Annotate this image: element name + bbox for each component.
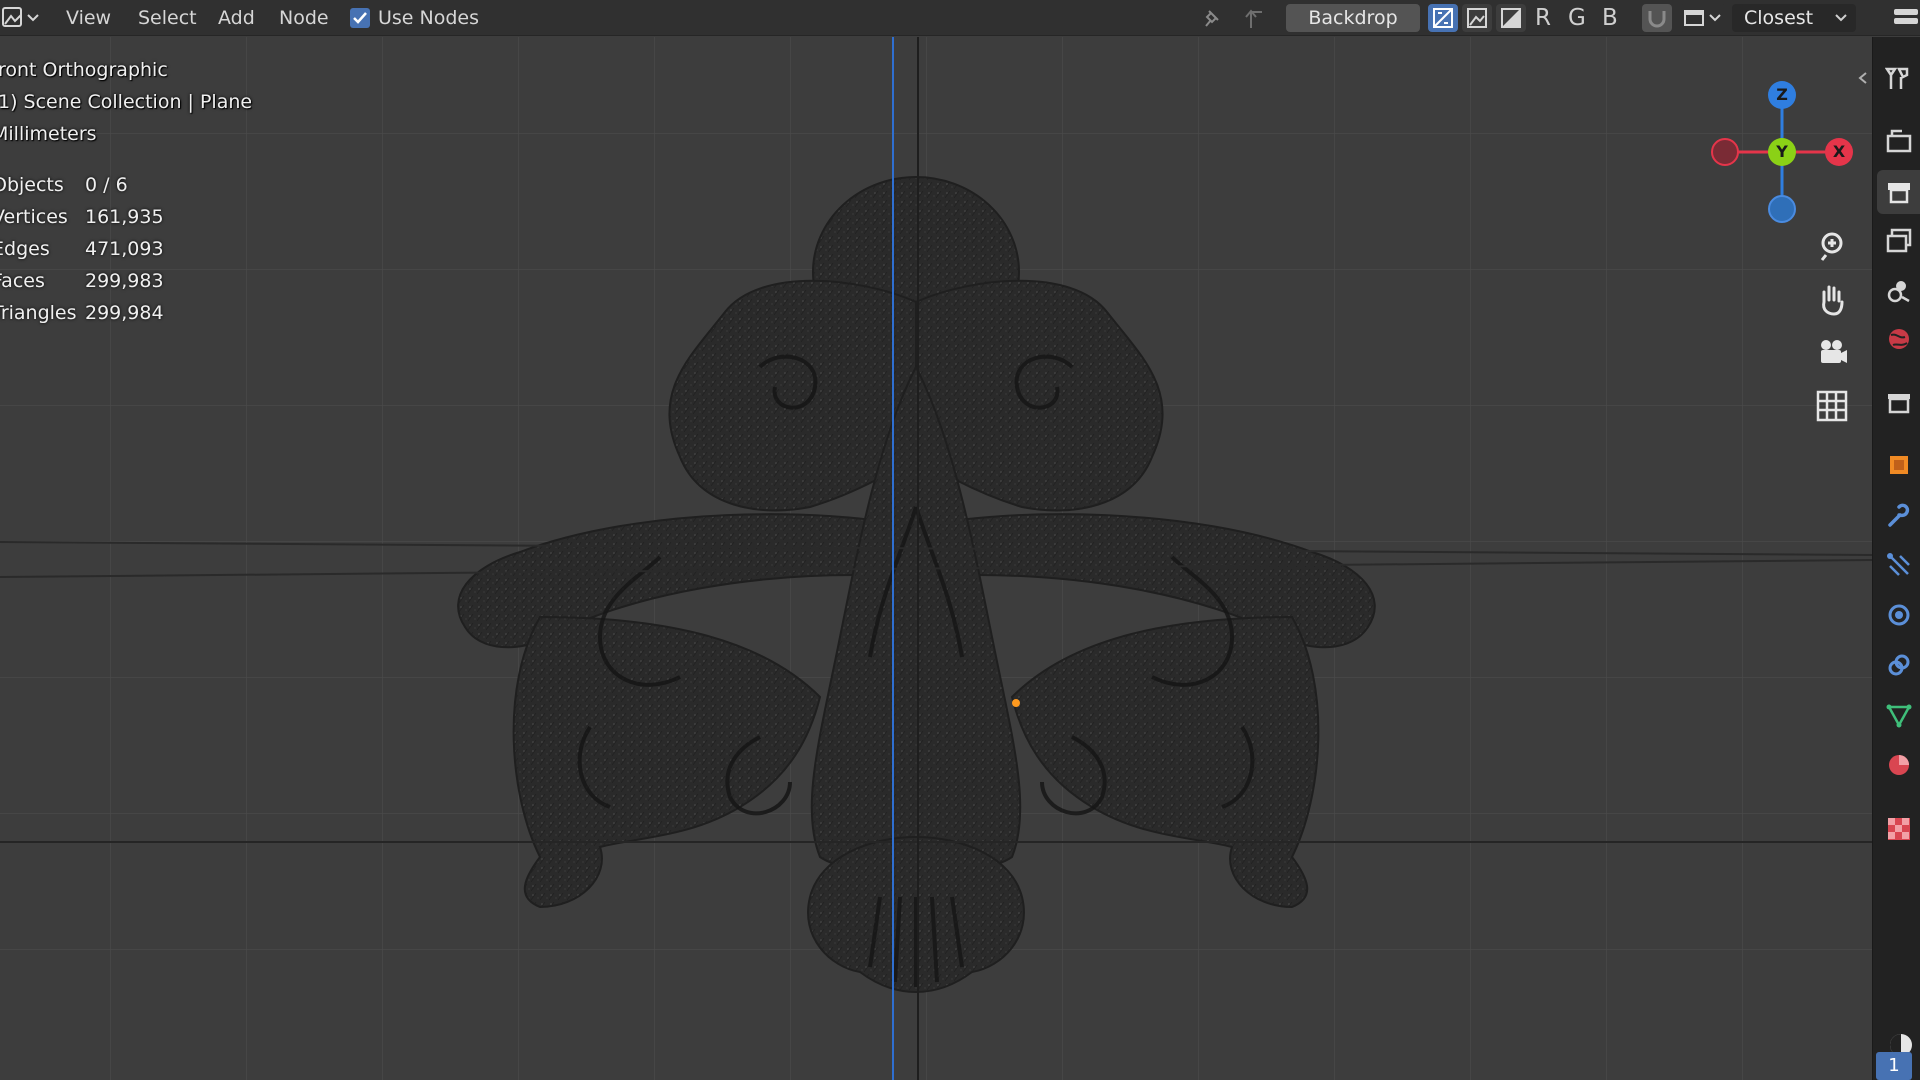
properties-tab-bar [1872, 37, 1920, 1080]
render-icon [1886, 129, 1912, 153]
menu-view[interactable]: View [66, 0, 111, 36]
view-layer-icon [1886, 228, 1912, 253]
tab-collection[interactable] [1877, 381, 1920, 425]
collection-icon [1888, 394, 1910, 414]
gizmo-z-axis[interactable]: Z [1768, 81, 1796, 109]
tab-tool[interactable] [1877, 57, 1920, 101]
backdrop-toggle[interactable]: Backdrop [1286, 4, 1420, 32]
texture-icon [1888, 818, 1910, 840]
world-icon [1889, 329, 1909, 349]
pan-button[interactable] [1810, 278, 1854, 322]
magnet-icon [1648, 11, 1666, 28]
tab-output[interactable] [1877, 170, 1920, 214]
snap-target-dropdown[interactable] [1680, 4, 1726, 32]
tab-physics[interactable] [1877, 593, 1920, 637]
channel-b[interactable]: B [1602, 0, 1618, 36]
snap-button[interactable] [1642, 4, 1672, 32]
view-name-label: ront Orthographic [0, 59, 168, 81]
collection-label: 1) Scene Collection | Plane [0, 91, 253, 113]
viewport[interactable]: ront Orthographic 1) Scene Collection | … [0, 37, 1872, 1080]
scene-icon [1887, 281, 1910, 303]
constraints-icon [1888, 654, 1910, 676]
zoom-icon [1820, 232, 1843, 261]
pin-icon[interactable] [1198, 6, 1226, 30]
sidebar-collapse-arrow-icon[interactable] [1856, 70, 1870, 90]
editor-type-selector[interactable] [0, 4, 44, 32]
tab-modifier[interactable] [1877, 493, 1920, 537]
tab-data[interactable] [1877, 693, 1920, 737]
gizmo-y-axis[interactable]: Y [1768, 138, 1796, 166]
modifier-icon [1888, 503, 1910, 527]
use-nodes-label[interactable]: Use Nodes [378, 0, 479, 36]
menu-add[interactable]: Add [218, 0, 255, 36]
camera-icon [1821, 340, 1847, 363]
tab-object[interactable] [1877, 443, 1920, 487]
grid-icon [1816, 390, 1848, 422]
checkmark-icon [353, 12, 367, 24]
tab-particles[interactable] [1877, 543, 1920, 587]
viewport-canvas[interactable] [0, 37, 1872, 1080]
tool-icon [1885, 67, 1909, 89]
interpolation-dropdown[interactable]: Closest [1732, 4, 1856, 32]
parent-node-tree-icon[interactable] [1242, 6, 1268, 30]
gizmo-neg-x-axis[interactable] [1711, 138, 1739, 166]
node-editor-header: View Select Add Node Use Nodes Backdrop [0, 0, 1920, 36]
properties-toggle-icon[interactable] [1888, 6, 1920, 32]
tab-render[interactable] [1877, 119, 1920, 163]
gizmo-x-axis[interactable]: X [1825, 138, 1853, 166]
tab-texture[interactable] [1877, 807, 1920, 851]
particles-icon [1887, 553, 1910, 576]
backdrop-channels-color-button[interactable] [1462, 4, 1492, 32]
menu-select[interactable]: Select [138, 0, 197, 36]
use-nodes-checkbox[interactable] [350, 8, 370, 28]
tab-material[interactable] [1877, 743, 1920, 787]
output-icon [1888, 183, 1910, 204]
image-rgb-icon [1467, 8, 1487, 28]
snap-node-icon [1684, 10, 1721, 26]
object-origin-point[interactable] [1012, 699, 1020, 707]
physics-icon [1888, 604, 1910, 626]
image-editor-icon [2, 7, 39, 27]
object-icon [1890, 456, 1908, 474]
channel-g[interactable]: G [1568, 0, 1586, 36]
camera-view-button[interactable] [1810, 331, 1854, 375]
backdrop-channels-alpha-button[interactable] [1496, 4, 1526, 32]
image-alpha-icon [1501, 8, 1521, 28]
tab-view-layer[interactable] [1877, 219, 1920, 263]
zoom-button[interactable] [1810, 225, 1854, 269]
page-number-badge[interactable]: 1 [1876, 1052, 1912, 1080]
menu-node[interactable]: Node [279, 0, 329, 36]
channel-r[interactable]: R [1535, 0, 1551, 36]
tab-constraints[interactable] [1877, 643, 1920, 687]
tab-world[interactable] [1877, 317, 1920, 361]
tab-scene[interactable] [1877, 269, 1920, 313]
toggle-perspective-button[interactable] [1810, 384, 1854, 428]
backdrop-channels-color-alpha-button[interactable] [1428, 4, 1458, 32]
gizmo-neg-z-axis[interactable] [1768, 195, 1796, 223]
image-rgb-alpha-icon [1433, 8, 1453, 28]
material-icon [1889, 755, 1909, 775]
pan-hand-icon [1822, 285, 1844, 316]
units-label: Millimeters [0, 123, 97, 145]
mesh-data-icon [1886, 704, 1912, 728]
